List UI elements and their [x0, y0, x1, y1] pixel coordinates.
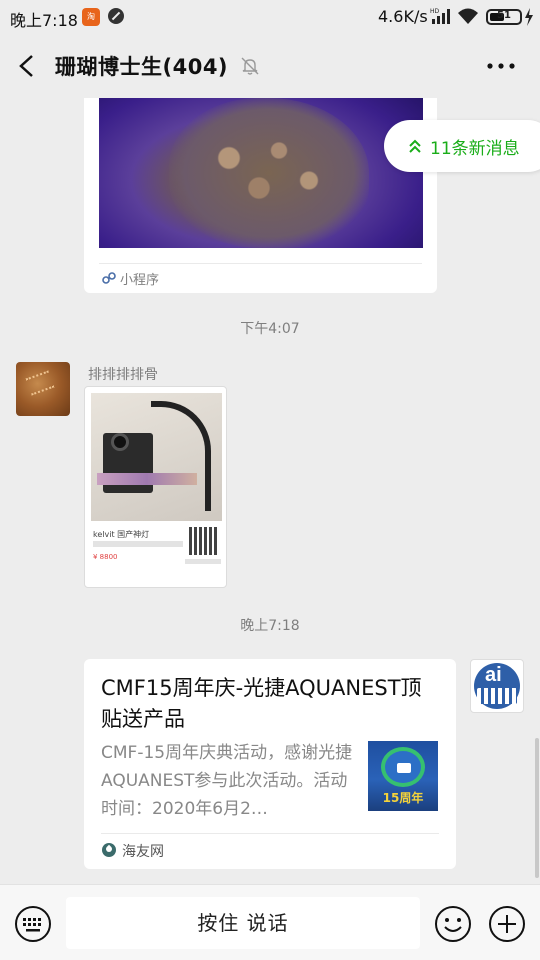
link-share-card[interactable]: CMF15周年庆-光捷AQUANEST顶贴送产品 CMF-15周年庆典活动，感谢…: [84, 659, 456, 869]
network-speed: 4.6K/s: [378, 7, 428, 26]
product-title: kelvit 国产神灯: [93, 530, 150, 539]
status-bar: 晚上7:18 淘 4.6K/s HD 51: [0, 0, 540, 34]
status-time: 晚上7:18: [10, 11, 78, 30]
avatar[interactable]: [16, 362, 70, 416]
coral-photo: [99, 98, 423, 248]
image-message[interactable]: kelvit 国产神灯 ¥ 8800: [84, 386, 227, 588]
card-divider: [99, 263, 422, 264]
signal-icon: HD: [430, 8, 450, 24]
more-dots-icon[interactable]: [486, 62, 516, 70]
chat-header: 珊瑚博士生(404): [0, 34, 540, 98]
svg-text:HD: HD: [430, 8, 440, 15]
hold-to-talk-button[interactable]: 按住 说话: [66, 897, 420, 949]
wifi-icon: [458, 8, 478, 24]
link-thumbnail: 15周年: [368, 741, 438, 811]
thumbnail-text: 15周年: [382, 791, 424, 805]
link-description: CMF-15周年庆典活动，感谢光捷AQUANEST参与此次活动。活动时间：202…: [101, 743, 353, 819]
timestamp: 晚上7:18: [240, 618, 300, 634]
battery-level: 51: [497, 10, 511, 21]
chat-area[interactable]: 小程序 11条新消息 下午4:07 排排排排骨 kelvit 国产神灯 ¥ 88…: [0, 98, 540, 884]
input-bar: 按住 说话: [0, 884, 540, 960]
product-photo: [91, 393, 222, 521]
source-logo-icon: [102, 843, 116, 857]
new-messages-button[interactable]: 11条新消息: [384, 120, 540, 172]
my-avatar[interactable]: ai: [470, 659, 524, 713]
emoji-icon[interactable]: [434, 905, 472, 943]
battery-icon: 51: [486, 9, 522, 25]
double-chevron-up-icon: [409, 139, 421, 153]
qr-caption: [185, 559, 221, 564]
product-price: ¥ 8800: [93, 553, 118, 561]
card-divider: [101, 833, 439, 834]
taobao-icon: 淘: [82, 8, 100, 26]
mini-program-card[interactable]: 小程序: [84, 98, 437, 293]
no-disturb-icon: [108, 8, 124, 24]
charging-icon: [525, 8, 533, 26]
chat-title: 珊瑚博士生(404): [55, 55, 229, 79]
sender-name: 排排排排骨: [88, 367, 158, 383]
mini-program-label: 小程序: [120, 273, 160, 288]
back-arrow-icon[interactable]: [16, 54, 38, 78]
link-source: 海友网: [122, 844, 164, 860]
muted-bell-icon: [241, 57, 259, 75]
qr-code: [189, 527, 217, 555]
scrollbar[interactable]: [535, 738, 539, 878]
product-subtitle: [93, 541, 183, 547]
mini-program-icon: [102, 272, 116, 284]
keyboard-icon[interactable]: [14, 905, 52, 943]
new-messages-label: 11条新消息: [430, 139, 520, 159]
link-title: CMF15周年庆-光捷AQUANEST顶贴送产品: [101, 676, 422, 731]
timestamp: 下午4:07: [240, 321, 300, 337]
plus-icon[interactable]: [488, 905, 526, 943]
